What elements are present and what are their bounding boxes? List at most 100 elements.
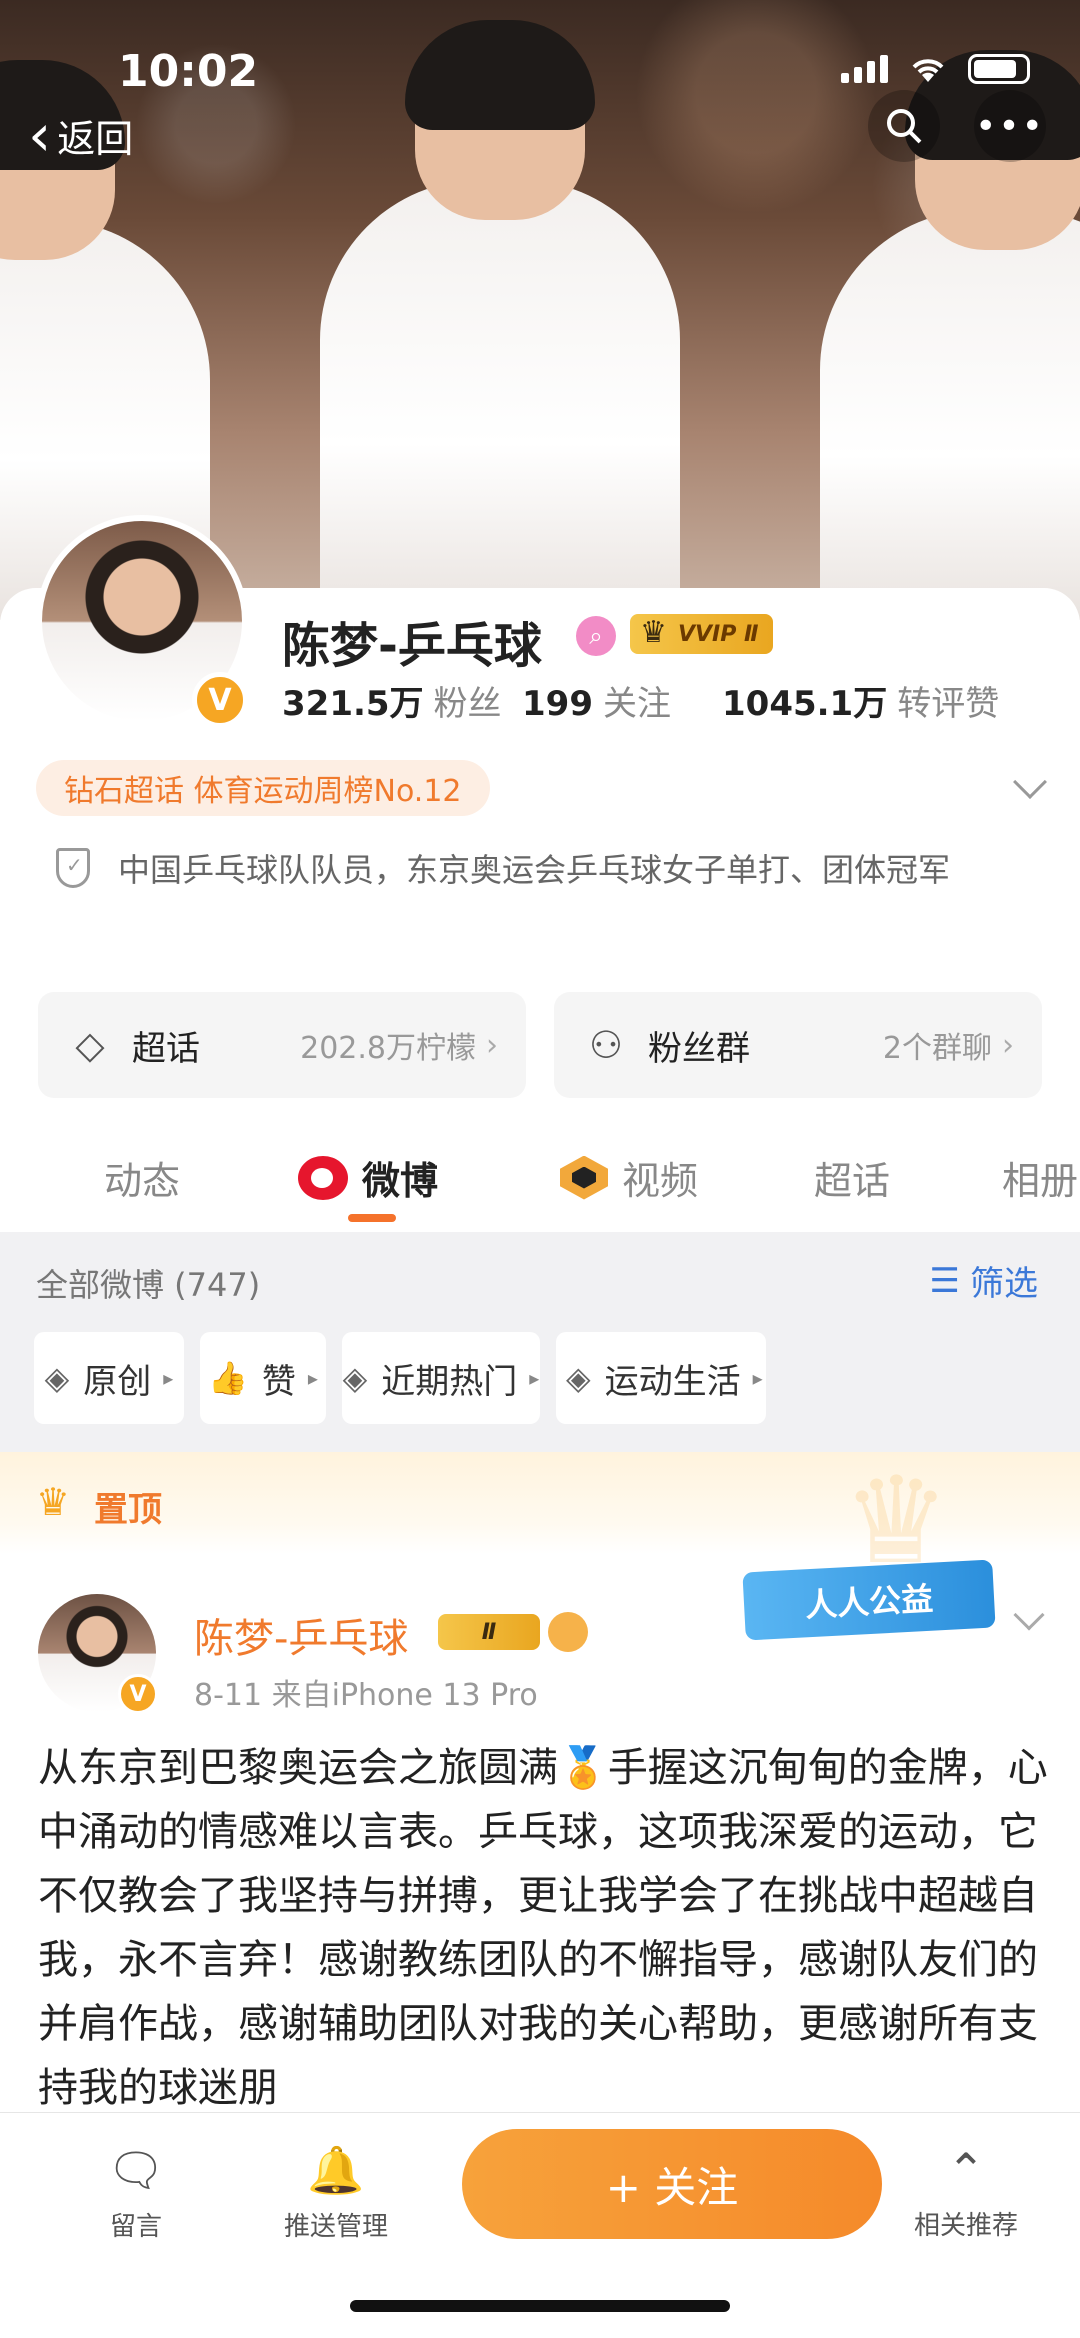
layers-icon: ◈	[44, 1359, 70, 1397]
caret-right-icon: ▸	[752, 1366, 763, 1390]
likes-label: 转评赞	[897, 684, 1000, 724]
likes-stat[interactable]: 1045.1万 转评赞	[722, 676, 999, 725]
diamond-icon: ◇	[75, 1023, 105, 1067]
tab-supertopic-label: 超话	[814, 1159, 891, 1203]
back-button[interactable]: ‹ 返回	[28, 106, 133, 164]
more-button[interactable]: •••	[974, 90, 1046, 162]
post-meta: 8-11 来自iPhone 13 Pro	[194, 1678, 538, 1713]
chevron-right-icon: ›	[486, 1027, 498, 1063]
tab-video-label: 视频	[622, 1159, 699, 1203]
caret-right-icon: ▸	[163, 1366, 174, 1390]
bell-icon: 🔔	[307, 2143, 365, 2197]
feed-filter-area: 全部微博 (747) ☰ 筛选 ◈ 原创 ▸ 👍 赞 ▸ ◈ 近期热门 ▸ ◈ …	[0, 1232, 1080, 1452]
filter-icon: ☰	[929, 1260, 960, 1301]
caret-right-icon: ▸	[529, 1366, 540, 1390]
chip-original[interactable]: ◈ 原创 ▸	[34, 1332, 184, 1424]
chip-liked[interactable]: 👍 赞 ▸	[200, 1332, 326, 1424]
comment-label: 留言	[109, 2212, 162, 2242]
followers-count: 321.5万	[282, 684, 424, 724]
likes-count: 1045.1万	[722, 684, 888, 724]
post-verified-badge: V	[118, 1674, 158, 1714]
chip-sports-life[interactable]: ◈ 运动生活 ▸	[556, 1332, 766, 1424]
chip-recent-hot-label: 近期热门	[381, 1361, 518, 1402]
shield-icon	[56, 848, 90, 888]
wifi-icon	[912, 59, 944, 82]
related-recommend-button[interactable]: ⌃ 相关推荐	[896, 2143, 1036, 2242]
weibo-icon	[298, 1155, 348, 1200]
following-count: 199	[522, 684, 593, 724]
search-button[interactable]	[868, 90, 940, 162]
supertopic-card-label: 超话	[132, 1028, 200, 1069]
pinned-header: ♛ 置顶 ♛	[0, 1452, 1080, 1591]
chip-original-label: 原创	[83, 1361, 152, 1402]
post-member-badge[interactable]: Ⅱ	[438, 1614, 540, 1650]
search-icon	[887, 109, 922, 144]
layers-icon: ◈	[566, 1359, 591, 1397]
supertopic-card[interactable]: ◇ 超话 202.8万柠檬 ›	[38, 992, 526, 1098]
tab-album[interactable]: 相册	[1002, 1150, 1078, 1205]
post-text-part-1: 从东京到巴黎奥运会之旅圆满	[38, 1745, 558, 1791]
tab-supertopic[interactable]: 超话	[814, 1150, 890, 1205]
comment-button[interactable]: 🗨 留言	[66, 2143, 206, 2243]
vvip-badge[interactable]: VVIP Ⅱ	[630, 614, 773, 654]
tab-dynamics[interactable]: 动态	[104, 1150, 180, 1205]
fan-group-card-label: 粉丝群	[648, 1028, 750, 1069]
status-time: 10:02	[118, 46, 259, 97]
profile-stats: 321.5万 粉丝 199 关注 1045.1万 转评赞	[282, 676, 999, 725]
pinned-label: 置顶	[94, 1490, 162, 1530]
fan-group-card-value: 2个群聊	[882, 1031, 992, 1066]
profile-bio: 中国乒乓球队队员，东京奥运会乒乓球女子单打、团体冠军	[118, 851, 951, 889]
profile-tabs: 动态 微博 视频 超话 相册	[0, 1130, 1080, 1230]
cover-athlete-right	[820, 50, 1080, 620]
profile-cards: ◇ 超话 202.8万柠檬 › ⚇ 粉丝群 2个群聊 ›	[38, 992, 1042, 1098]
back-label: 返回	[57, 116, 134, 161]
cover-athlete-center	[320, 20, 680, 620]
chip-sports-life-label: 运动生活	[604, 1361, 741, 1402]
battery-icon	[968, 54, 1030, 84]
tab-album-label: 相册	[1002, 1159, 1079, 1203]
follow-button[interactable]: + 关注	[462, 2129, 882, 2239]
caret-right-icon: ▸	[307, 1366, 318, 1390]
post-text-part-2: 手握这沉甸甸的金牌，心中涌动的情感难以言表。乒乓球，这项我深爱的运动，它不仅教会…	[38, 1745, 1048, 2111]
tab-video[interactable]: 视频	[560, 1150, 698, 1205]
status-icons	[841, 54, 1030, 84]
thumb-up-icon: 👍	[208, 1359, 248, 1397]
post-author-name[interactable]: 陈梦-乒乓球	[194, 1606, 408, 1664]
related-recommend-label: 相关推荐	[913, 2211, 1018, 2241]
push-settings-button[interactable]: 🔔 推送管理	[266, 2143, 406, 2243]
tab-weibo-label: 微博	[362, 1159, 439, 1203]
followers-label: 粉丝	[433, 684, 502, 724]
group-icon: ⚇	[588, 1023, 624, 1067]
active-tab-indicator	[348, 1214, 396, 1222]
all-posts-count: 全部微博 (747)	[36, 1266, 261, 1304]
chevron-left-icon: ‹	[28, 101, 52, 169]
tab-weibo[interactable]: 微博	[298, 1150, 438, 1205]
home-indicator	[350, 2300, 730, 2312]
following-label: 关注	[602, 684, 671, 724]
supertopic-card-value: 202.8万柠檬	[300, 1031, 476, 1066]
medal-icon: 🏅	[558, 1745, 608, 1791]
filter-label: 筛选	[970, 1264, 1038, 1304]
search-name-icon[interactable]: ⌕	[576, 616, 616, 656]
chip-liked-label: 赞	[261, 1361, 296, 1402]
chip-recent-hot[interactable]: ◈ 近期热门 ▸	[342, 1332, 540, 1424]
fan-group-card[interactable]: ⚇ 粉丝群 2个群聊 ›	[554, 992, 1042, 1098]
charity-badge[interactable]: 人人公益	[742, 1559, 996, 1641]
signal-icon	[841, 55, 888, 83]
supertopic-rank-tag[interactable]: 钻石超话 体育运动周榜No.12	[36, 760, 490, 816]
profile-name: 陈梦-乒乓球	[282, 618, 542, 674]
video-icon	[560, 1155, 608, 1200]
chevron-right-icon: ›	[1002, 1027, 1014, 1063]
post-body[interactable]: 从东京到巴黎奥运会之旅圆满🏅手握这沉甸甸的金牌，心中涌动的情感难以言表。乒乓球，…	[38, 1736, 1048, 2116]
message-icon: 🗨	[106, 2143, 166, 2197]
filter-chips: ◈ 原创 ▸ 👍 赞 ▸ ◈ 近期热门 ▸ ◈ 运动生活 ▸	[34, 1332, 766, 1424]
verified-badge: V	[192, 672, 248, 728]
following-stat[interactable]: 199 关注	[522, 676, 732, 725]
crown-icon: ♛	[36, 1480, 71, 1524]
filter-button[interactable]: ☰ 筛选	[930, 1256, 1038, 1305]
chevron-down-icon[interactable]	[1013, 1599, 1045, 1631]
push-settings-label: 推送管理	[283, 2212, 388, 2242]
tab-dynamics-label: 动态	[104, 1159, 181, 1203]
followers-stat[interactable]: 321.5万 粉丝	[282, 676, 562, 725]
fan-badge-icon[interactable]	[548, 1612, 588, 1652]
